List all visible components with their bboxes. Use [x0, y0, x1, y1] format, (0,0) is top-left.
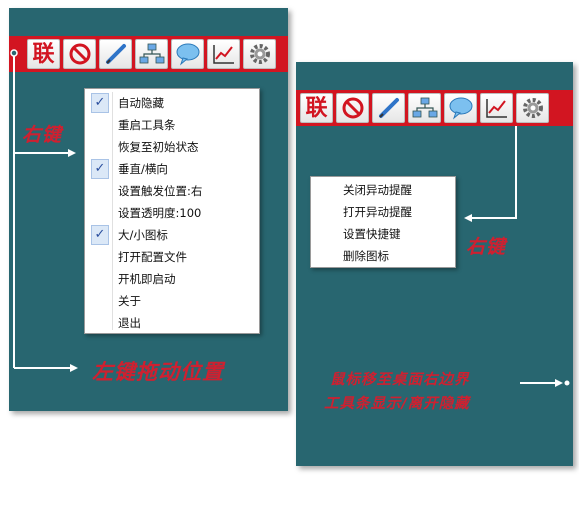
menu-item[interactable]: ✓ 垂直/横向 — [85, 158, 259, 180]
toolbar-button-settings[interactable] — [516, 93, 549, 123]
edge-hint-line2: 工具条显示/离开隐藏 — [324, 396, 470, 412]
menu-item[interactable]: 恢复至初始状态 — [85, 136, 259, 158]
menu-item-label: 开机即启动 — [118, 272, 176, 286]
menu-item[interactable]: 退出 — [85, 312, 259, 334]
menu-item-label: 大/小图标 — [118, 228, 168, 242]
right-click-annotation-right: 右键 — [466, 236, 507, 258]
gear-icon — [522, 98, 543, 118]
menu-item[interactable]: ✓ 大/小图标 — [85, 224, 259, 246]
menu-item[interactable]: 开机即启动 — [85, 268, 259, 290]
drag-position-annotation: 左键拖动位置 — [92, 360, 224, 384]
menu-item-label: 设置快捷键 — [343, 227, 401, 241]
toolbar-button-network[interactable] — [408, 93, 441, 123]
lian-logo-icon: 联 — [32, 41, 55, 67]
lian-logo-icon: 联 — [305, 95, 328, 121]
menu-item-label: 设置触发位置:右 — [118, 184, 203, 198]
menu-item-label: 退出 — [118, 316, 141, 330]
menu-item[interactable]: 删除图标 — [311, 245, 455, 267]
menu-item-label: 重启工具条 — [118, 118, 176, 132]
toolbar-button-logo[interactable]: 联 — [300, 93, 333, 123]
menu-item-label: 关于 — [118, 294, 141, 308]
right-click-annotation-left: 右键 — [22, 124, 63, 146]
menu-item[interactable]: 关于 — [85, 290, 259, 312]
menu-item[interactable]: 打开配置文件 — [85, 246, 259, 268]
menu-item-label: 关闭异动提醒 — [343, 183, 412, 197]
chat-bubble-icon — [176, 43, 199, 66]
pen-icon — [105, 44, 126, 64]
toolbar-button-network[interactable] — [135, 39, 168, 69]
toolbar-button-chart[interactable] — [480, 93, 513, 123]
chat-bubble-icon — [449, 97, 472, 120]
toolbar-button-block[interactable] — [336, 93, 369, 123]
menu-item-label: 删除图标 — [343, 249, 389, 263]
network-icon — [412, 97, 437, 118]
menu-item-label: 垂直/横向 — [118, 162, 168, 176]
menu-item-label: 设置透明度:100 — [118, 206, 202, 220]
toolbar-button-settings[interactable] — [243, 39, 276, 69]
menu-item[interactable]: 设置快捷键 — [311, 223, 455, 245]
toolbar-button-chart[interactable] — [207, 39, 240, 69]
check-icon: ✓ — [91, 159, 109, 179]
check-icon: ✓ — [91, 225, 109, 245]
menu-item-label: 打开配置文件 — [118, 250, 187, 264]
network-icon — [139, 43, 164, 64]
toolbar-button-chat[interactable] — [444, 93, 477, 123]
left-toolbar[interactable]: 联 — [9, 36, 288, 72]
toolbar-button-logo[interactable]: 联 — [27, 39, 60, 69]
toolbar-button-chat[interactable] — [171, 39, 204, 69]
right-toolbar[interactable]: 联 — [296, 90, 573, 126]
menu-item[interactable]: 打开异动提醒 — [311, 201, 455, 223]
menu-item-label: 自动隐藏 — [118, 96, 164, 110]
menu-item[interactable]: 设置透明度:100 — [85, 202, 259, 224]
menu-item[interactable]: ✓ 自动隐藏 — [85, 92, 259, 114]
toolbar-button-pen[interactable] — [99, 39, 132, 69]
left-context-menu: ✓ 自动隐藏重启工具条恢复至初始状态 ✓ 垂直/横向设置触发位置:右 设置透明度:100… — [84, 88, 260, 334]
menu-item[interactable]: 设置触发位置:右 — [85, 180, 259, 202]
chart-icon — [212, 45, 234, 64]
pen-icon — [378, 98, 399, 118]
check-icon: ✓ — [91, 93, 109, 113]
menu-item-label: 恢复至初始状态 — [118, 140, 199, 154]
right-context-menu: 关闭异动提醒 打开异动提醒 设置快捷键删除图标 — [310, 176, 456, 268]
block-icon — [342, 97, 363, 119]
toolbar-button-pen[interactable] — [372, 93, 405, 123]
gear-icon — [249, 44, 270, 64]
toolbar-button-block[interactable] — [63, 39, 96, 69]
block-icon — [69, 43, 90, 65]
menu-item-label: 打开异动提醒 — [343, 205, 412, 219]
chart-icon — [485, 99, 507, 118]
edge-hint-line1: 鼠标移至桌面右边界 — [330, 372, 470, 388]
menu-item[interactable]: 重启工具条 — [85, 114, 259, 136]
menu-item[interactable]: 关闭异动提醒 — [311, 179, 455, 201]
